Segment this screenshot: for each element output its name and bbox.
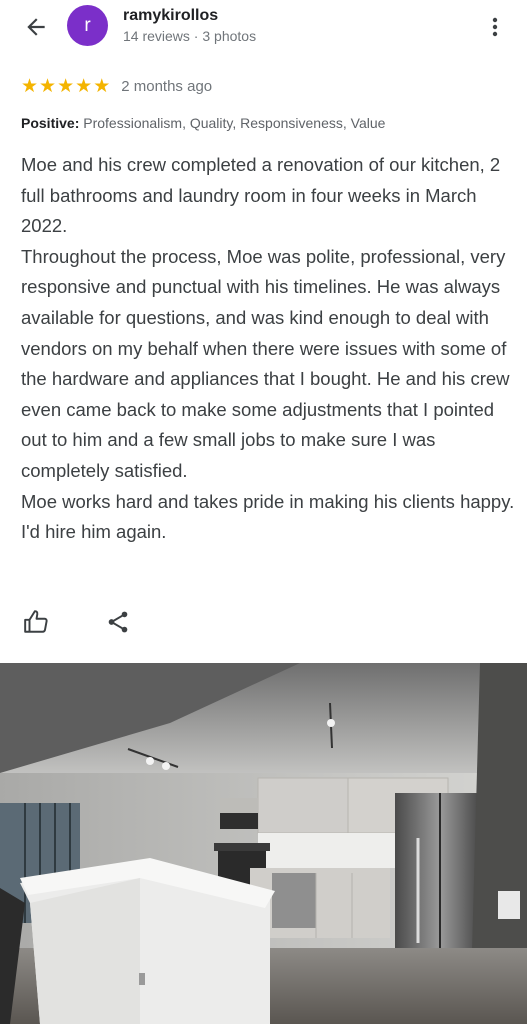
back-button[interactable] (20, 11, 52, 43)
review-actions (21, 606, 133, 638)
share-icon (108, 611, 128, 633)
kitchen-photo-image (0, 663, 527, 1024)
review-paragraph: Throughout the process, Moe was polite, … (21, 245, 510, 481)
review-paragraph: Moe and his crew completed a renovation … (21, 154, 501, 237)
review-time: 2 months ago (121, 77, 213, 95)
review-header: r ramykirollos 14 reviews · 3 photos (0, 0, 527, 56)
review-paragraph: Moe works hard and takes pride in making… (21, 490, 515, 543)
thumb-up-icon (24, 610, 48, 633)
star-icon: ★ (75, 75, 93, 97)
attributes-label: Positive: (21, 115, 80, 131)
star-rating: ★ ★ ★ ★ ★ (21, 77, 110, 96)
review-text: Moe and his crew completed a renovation … (21, 150, 516, 548)
star-icon: ★ (93, 75, 111, 97)
avatar-letter: r (84, 14, 91, 36)
review-attributes: Positive: Professionalism, Quality, Resp… (21, 115, 385, 131)
rating-row: ★ ★ ★ ★ ★ 2 months ago (21, 76, 212, 96)
arrow-back-icon (27, 18, 45, 36)
star-icon: ★ (21, 75, 39, 97)
reviewer-name[interactable]: ramykirollos (123, 7, 218, 25)
more-options-button[interactable] (480, 12, 510, 42)
reviewer-stats: 14 reviews · 3 photos (123, 28, 257, 44)
star-icon: ★ (39, 75, 57, 97)
review-photo[interactable] (0, 663, 527, 1024)
star-icon: ★ (57, 75, 75, 97)
share-button[interactable] (103, 607, 133, 637)
like-button[interactable] (21, 607, 51, 637)
attributes-values: Professionalism, Quality, Responsiveness… (83, 115, 386, 131)
avatar[interactable]: r (67, 5, 108, 46)
more-vert-icon (492, 17, 498, 37)
